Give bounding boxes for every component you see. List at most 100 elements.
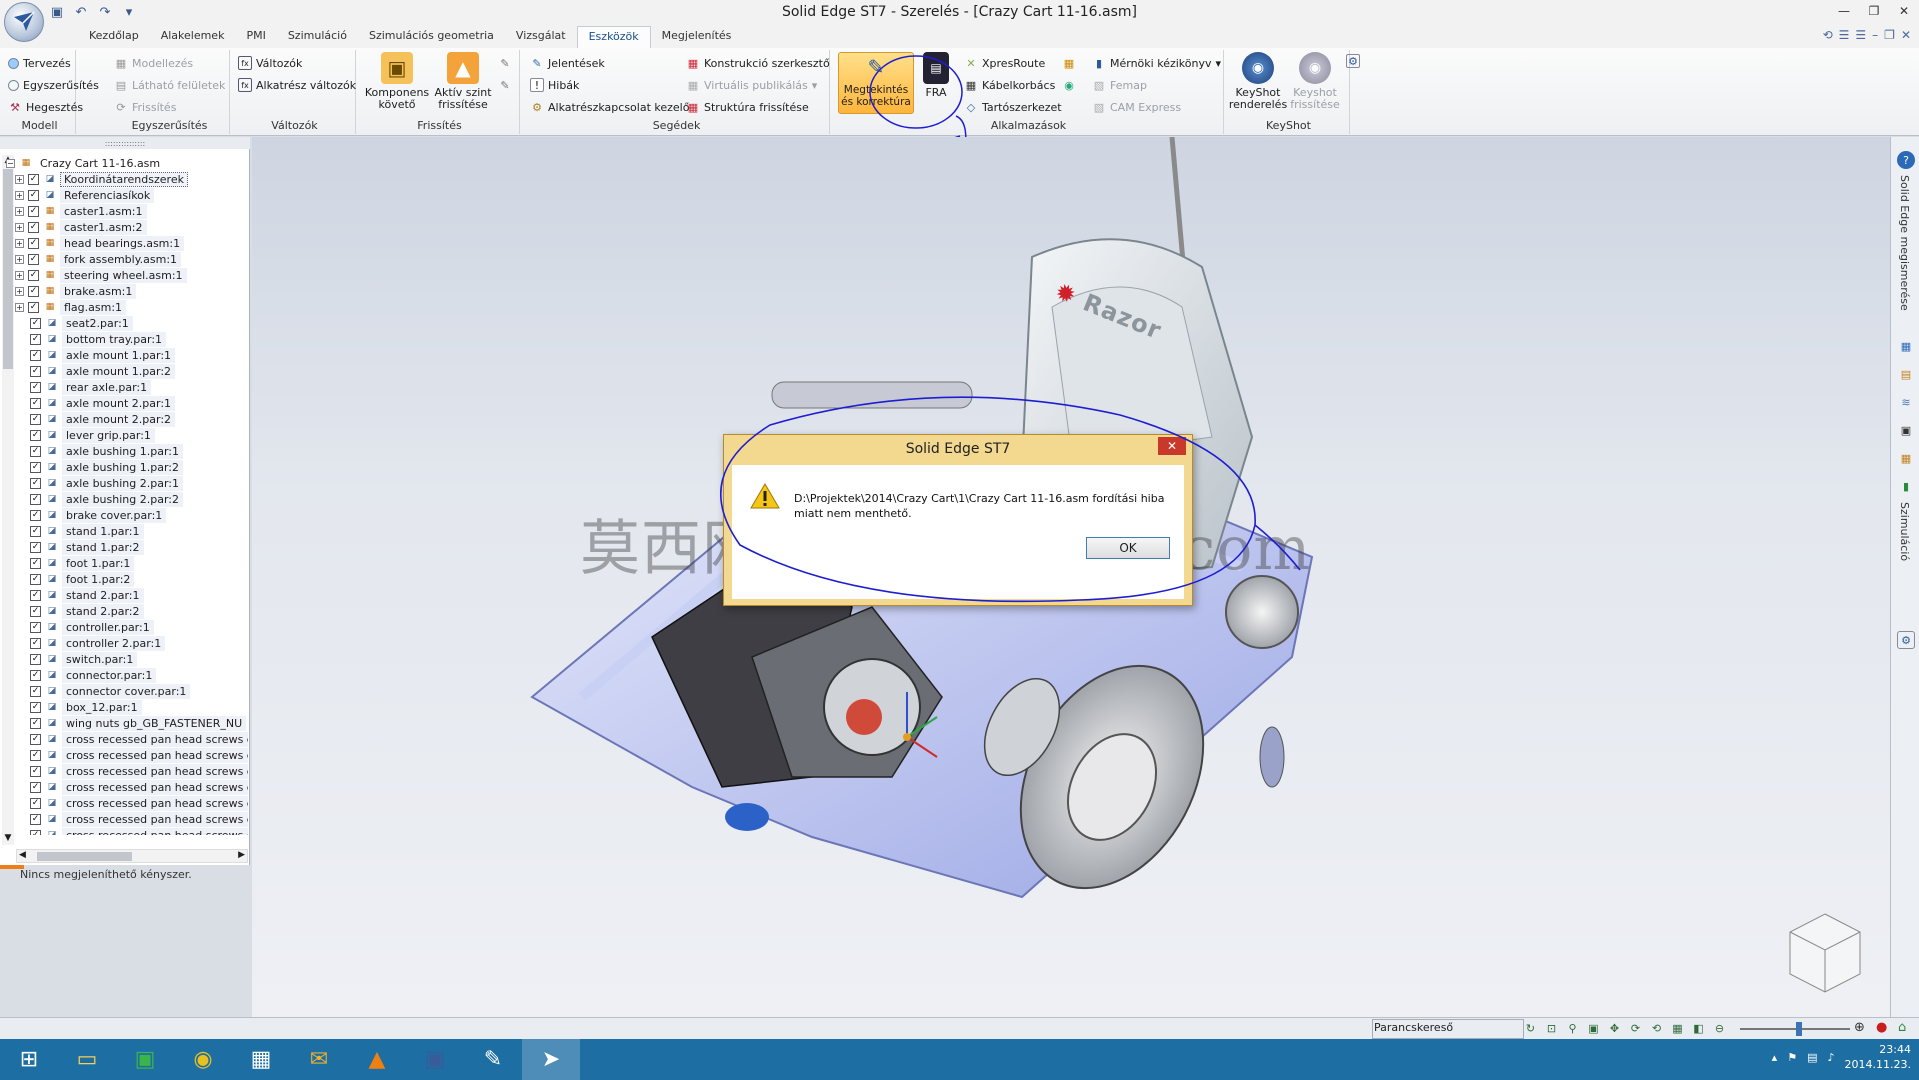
family-icon[interactable]: ▦ [1897, 449, 1915, 467]
visibility-checkbox[interactable]: ✓ [30, 717, 41, 729]
alkalmazas-small-icon-2[interactable]: ◉ [1062, 76, 1076, 94]
visibility-checkbox[interactable]: ✓ [30, 493, 41, 505]
tree-item[interactable]: ✓ ◪ axle bushing 1.par:1 [0, 443, 248, 459]
visibility-checkbox[interactable]: ✓ [28, 285, 39, 297]
zoom-out-icon[interactable]: ⊖ [1711, 1020, 1728, 1037]
tree-item[interactable]: ✓ ◪ foot 1.par:2 [0, 571, 248, 587]
ribbon-extra-icon[interactable]: ⚙ [1346, 52, 1360, 70]
dialog-close-button[interactable]: ✕ [1158, 437, 1186, 455]
tree-item[interactable]: + ✓ ▦ brake.asm:1 [0, 283, 248, 299]
help-options-icon[interactable]: ⟲ [1823, 28, 1833, 42]
zoom-icon[interactable]: ⚲ [1564, 1020, 1581, 1037]
tab-szimulacio[interactable]: Szimuláció [277, 26, 358, 48]
tree-item[interactable]: ✓ ◪ axle mount 1.par:2 [0, 363, 248, 379]
frissites-small-icon-2[interactable]: ✎ [498, 76, 512, 94]
clock[interactable]: 23:44 2014.11.23. [1845, 1042, 1911, 1072]
collapse-icon[interactable]: − [6, 158, 15, 168]
expand-icon[interactable]: + [15, 254, 24, 264]
expand-icon[interactable]: + [15, 222, 24, 232]
tree-item[interactable]: ✓ ◪ axle mount 2.par:1 [0, 395, 248, 411]
doc-minimize-icon[interactable]: – [1872, 28, 1878, 42]
scroll-left-icon[interactable]: ◀ [19, 850, 26, 860]
library-icon[interactable]: ▦ [1897, 337, 1915, 355]
layout-icon[interactable]: ☰ [1839, 28, 1850, 42]
help-icon[interactable]: ? [1897, 151, 1915, 169]
doc-close-icon[interactable]: ✕ [1901, 28, 1911, 42]
jelentesek-button[interactable]: ✎ Jelentések [530, 54, 604, 72]
tree-root[interactable]: − ▦ Crazy Cart 11-16.asm [0, 155, 248, 171]
minimize-button[interactable]: — [1829, 0, 1859, 22]
visibility-checkbox[interactable]: ✓ [30, 653, 41, 665]
zoom-in-icon[interactable]: ⊕ [1854, 1020, 1865, 1035]
scroll-right-icon[interactable]: ▶ [238, 850, 245, 860]
pan-icon[interactable]: ✥ [1606, 1020, 1623, 1037]
tree-item[interactable]: + ✓ ▦ head bearings.asm:1 [0, 235, 248, 251]
tab-megjelenites[interactable]: Megjelenítés [651, 26, 743, 48]
settings-icon[interactable]: ⚙ [1897, 631, 1915, 649]
alkatreszkapcsolat-kezelo-button[interactable]: ⚙ Alkatrészkapcsolat kezelő [530, 98, 689, 116]
visibility-checkbox[interactable]: ✓ [30, 813, 41, 825]
relations-icon[interactable]: ▣ [1897, 421, 1915, 439]
tree-item[interactable]: ✓ ◪ wing nuts gb_GB_FASTENER_NU [0, 715, 248, 731]
tree-item[interactable]: ✓ ◪ cross recessed pan head screws g [0, 811, 248, 827]
visibility-checkbox[interactable]: ✓ [30, 589, 41, 601]
tree-item[interactable]: ✓ ◪ lever grip.par:1 [0, 427, 248, 443]
tree-item[interactable]: ✓ ◪ cross recessed pan head screws g [0, 779, 248, 795]
visibility-checkbox[interactable]: ✓ [30, 669, 41, 681]
taskbar-explorer[interactable]: ▭ [58, 1039, 116, 1080]
tree-item[interactable]: + ✓ ▦ flag.asm:1 [0, 299, 248, 315]
display-style-icon[interactable]: ▦ [1669, 1020, 1686, 1037]
visibility-checkbox[interactable]: ✓ [30, 733, 41, 745]
visibility-checkbox[interactable]: ✓ [30, 397, 41, 409]
visibility-checkbox[interactable]: ✓ [30, 477, 41, 489]
visibility-checkbox[interactable]: ✓ [30, 765, 41, 777]
tree-item[interactable]: ✓ ◪ axle bushing 2.par:2 [0, 491, 248, 507]
tree-item[interactable]: ✓ ◪ axle mount 2.par:2 [0, 411, 248, 427]
visibility-checkbox[interactable]: ✓ [30, 557, 41, 569]
taskbar-save-app[interactable]: ▣ [406, 1039, 464, 1080]
tree-item[interactable]: ✓ ◪ stand 2.par:1 [0, 587, 248, 603]
tray-expand-icon[interactable]: ▴ [1772, 1051, 1778, 1064]
konstrukcio-szerkeszto-button[interactable]: ▦ Konstrukció szerkesztő [686, 54, 830, 72]
virtualis-publikalas-button[interactable]: ▦ Virtuális publikálás ▾ [686, 76, 817, 94]
valtozok-button[interactable]: fx Változók [238, 54, 302, 72]
tree-item[interactable]: ✓ ◪ axle mount 1.par:1 [0, 347, 248, 363]
visibility-checkbox[interactable]: ✓ [30, 445, 41, 457]
tervezes-button[interactable]: Tervezés [8, 54, 71, 72]
frissites-small-icon-1[interactable]: ✎ [498, 54, 512, 72]
application-button[interactable] [4, 2, 44, 42]
visibility-checkbox[interactable]: ✓ [28, 205, 39, 217]
modellezes-button[interactable]: ▦ Modellezés [114, 54, 193, 72]
visibility-checkbox[interactable]: ✓ [30, 829, 41, 835]
taskbar-tool[interactable]: ✎ [464, 1039, 522, 1080]
tree-item[interactable]: ✓ ◪ box_12.par:1 [0, 699, 248, 715]
visibility-checkbox[interactable]: ✓ [30, 349, 41, 361]
cam-express-button[interactable]: ▧ CAM Express [1092, 98, 1181, 116]
solid-edge-learning-tab[interactable]: Solid Edge megismerése [1898, 175, 1911, 311]
komponens-koveto-button[interactable]: ▣ Komponens követő [365, 52, 429, 111]
hegesztes-button[interactable]: ⚒ Hegesztés [8, 98, 83, 116]
spin-icon[interactable]: ⟳ [1627, 1020, 1644, 1037]
egyszerusites-button[interactable]: Egyszerűsítés [8, 76, 99, 94]
visibility-checkbox[interactable]: ✓ [30, 429, 41, 441]
struktura-frissitese-button[interactable]: ▦ Struktúra frissítése [686, 98, 809, 116]
simulation-icon[interactable]: ▮ [1897, 477, 1915, 495]
expand-icon[interactable]: + [15, 270, 24, 280]
tab-kezdolap[interactable]: Kezdőlap [78, 26, 150, 48]
ok-button[interactable]: OK [1086, 537, 1170, 559]
tree-item[interactable]: ✓ ◪ connector cover.par:1 [0, 683, 248, 699]
femap-button[interactable]: ▧ Femap [1092, 76, 1147, 94]
tree-item[interactable]: ✓ ◪ cross recessed pan head screws g [0, 795, 248, 811]
visibility-checkbox[interactable]: ✓ [30, 621, 41, 633]
visibility-checkbox[interactable]: ✓ [30, 701, 41, 713]
tree-item[interactable]: ✓ ◪ rear axle.par:1 [0, 379, 248, 395]
volume-icon[interactable]: ♪ [1827, 1051, 1834, 1064]
render-icon[interactable]: ◧ [1690, 1020, 1707, 1037]
taskbar-solid-edge[interactable]: ➤ [522, 1039, 580, 1080]
tree-item[interactable]: ✓ ◪ foot 1.par:1 [0, 555, 248, 571]
mernoki-kezikonyv-button[interactable]: ▮ Mérnöki kézikönyv ▾ [1092, 54, 1221, 72]
tree-item[interactable]: ✓ ◪ controller 2.par:1 [0, 635, 248, 651]
visibility-checkbox[interactable]: ✓ [28, 237, 39, 249]
visibility-checkbox[interactable]: ✓ [30, 461, 41, 473]
zoom-area-icon[interactable]: ⊡ [1543, 1020, 1560, 1037]
